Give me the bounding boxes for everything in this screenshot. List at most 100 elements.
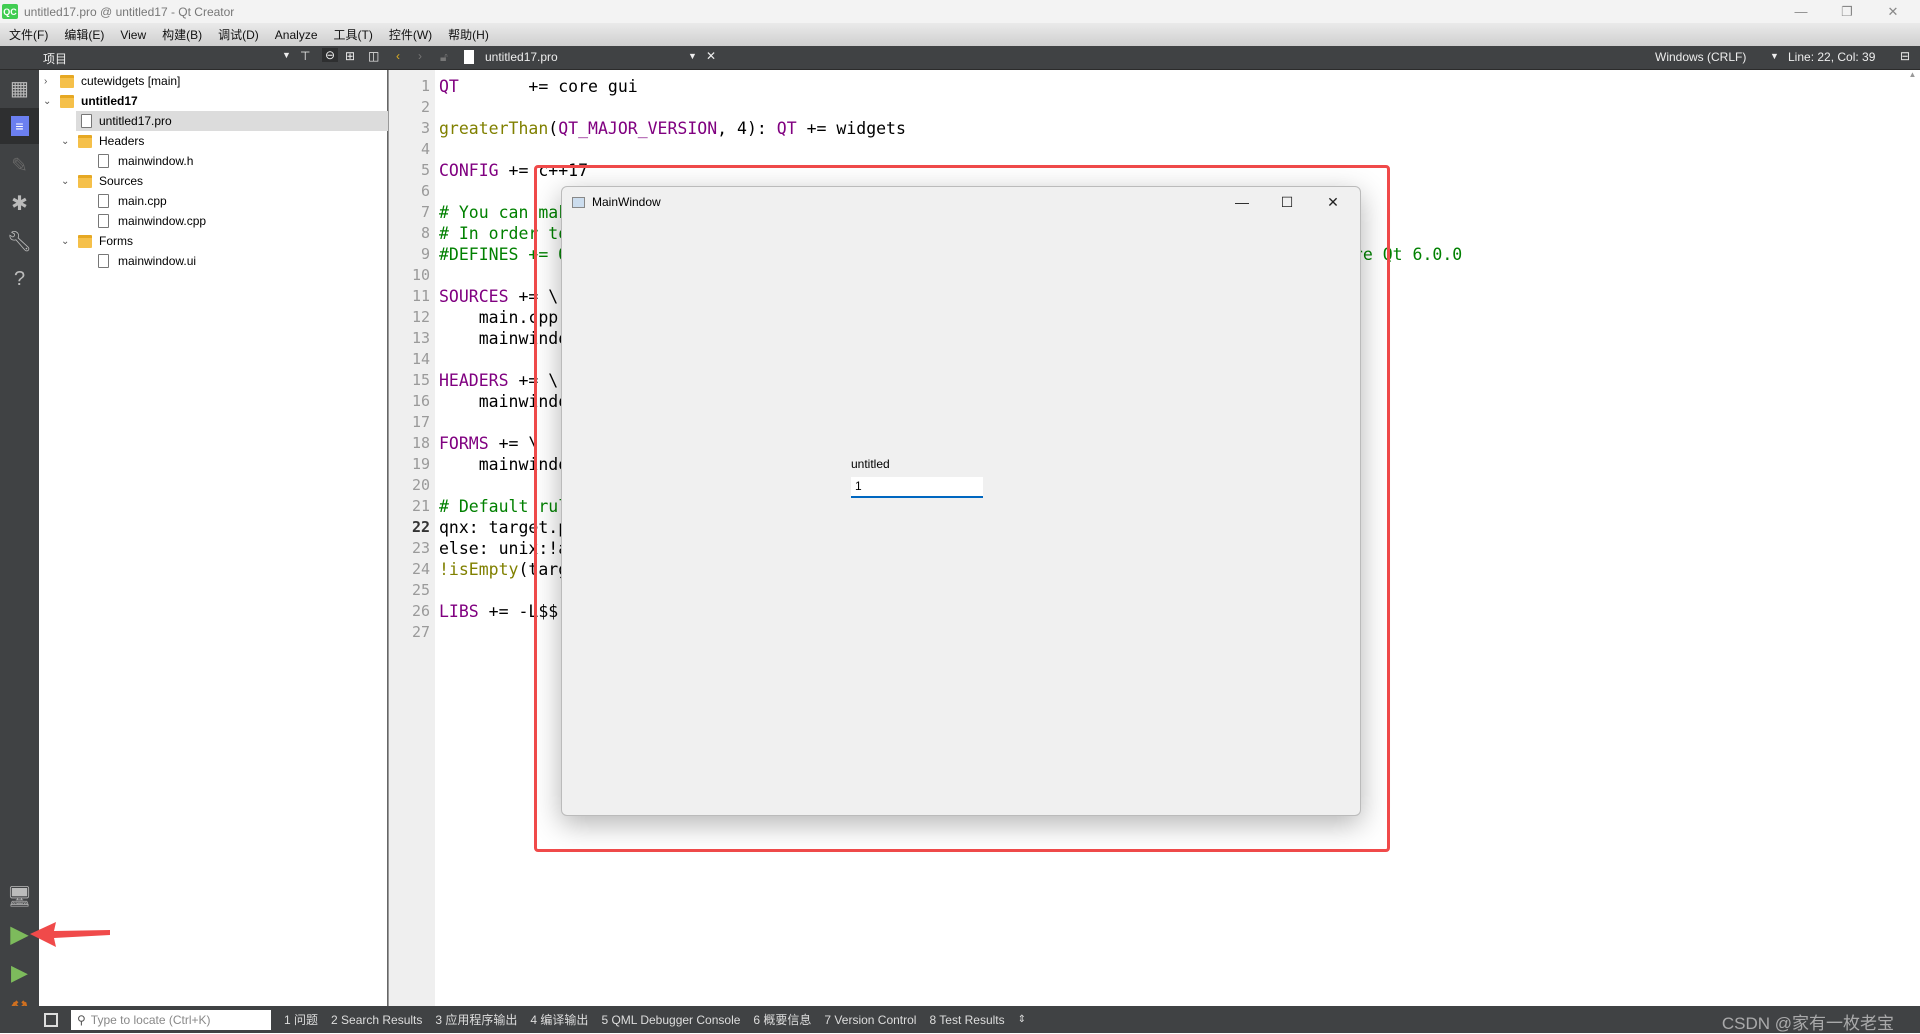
tab-version-control[interactable]: 7 Version Control — [824, 1013, 916, 1027]
toggle-sidebar-icon[interactable] — [44, 1012, 58, 1027]
app-close-button[interactable]: ✕ — [1310, 187, 1356, 217]
line-number: 20 — [411, 476, 430, 494]
tab-qml-debugger-console[interactable]: 5 QML Debugger Console — [601, 1013, 740, 1027]
tree-item-headers[interactable]: ⌄ Headers — [39, 131, 388, 151]
target-monitor-icon[interactable]: 🖥︎ — [0, 878, 39, 914]
tab-search-results[interactable]: 2 Search Results — [331, 1013, 422, 1027]
line-number: 16 — [411, 392, 430, 410]
output-pane-bar: ⚲ Type to locate (Ctrl+K) 1 问题 2 Search R… — [0, 1006, 1920, 1033]
menu-tools[interactable]: 工具(T) — [334, 26, 373, 43]
tree-item-mainwindow-cpp[interactable]: mainwindow.cpp — [39, 211, 388, 231]
forward-icon[interactable]: › — [418, 49, 422, 63]
tab-general-messages[interactable]: 6 概要信息 — [753, 1011, 811, 1028]
window-title: untitled17.pro @ untitled17 - Qt Creator — [24, 4, 235, 19]
cursor-position[interactable]: Line: 22, Col: 39 — [1788, 50, 1875, 64]
line-number: 25 — [411, 581, 430, 599]
line-number: 2 — [420, 98, 430, 116]
header-file-icon — [98, 154, 109, 168]
vertical-scrollbar[interactable]: ▲ — [1905, 70, 1920, 1006]
folder-icon — [60, 74, 74, 88]
value-input[interactable]: 1 — [851, 477, 983, 498]
menu-debug[interactable]: 调试(D) — [218, 26, 259, 43]
line-number: 15 — [411, 371, 430, 389]
app-minimize-button[interactable]: — — [1219, 187, 1265, 217]
menu-widgets[interactable]: 控件(W) — [389, 26, 432, 43]
debug-run-icon[interactable]: ▶ — [0, 955, 39, 991]
close-button[interactable]: ✕ — [1870, 0, 1916, 23]
line-number: 6 — [420, 182, 430, 200]
help-icon[interactable]: ? — [0, 261, 39, 297]
line-number: 1 — [420, 77, 430, 95]
title-bar: QC untitled17.pro @ untitled17 - Qt Crea… — [0, 0, 1920, 23]
line-number: 8 — [420, 224, 430, 242]
lock-icon: 🔓︎ — [440, 50, 448, 64]
project-tree: › cutewidgets [main] ⌄ untitled17 untitled… — [39, 70, 388, 1006]
link-icon[interactable]: ⊖ — [322, 48, 339, 62]
tab-test-results[interactable]: 8 Test Results — [929, 1013, 1004, 1027]
welcome-grid-icon[interactable]: ▦ — [0, 70, 39, 106]
menu-edit[interactable]: 编辑(E) — [64, 26, 104, 43]
code-line: QT += core gui — [439, 77, 638, 96]
line-number: 13 — [411, 329, 430, 347]
tree-item-cutewidgets[interactable]: › cutewidgets [main] — [39, 71, 388, 91]
menu-view[interactable]: View — [120, 28, 146, 42]
line-number: 19 — [411, 455, 430, 473]
pro-file-icon — [464, 50, 474, 64]
line-number-gutter: 1 2 3 4 5 6 7 8 9 10 11 12 13 14 15 16 17 18 19 20 21 22 23 24 2… — [388, 70, 435, 1006]
back-icon[interactable]: ‹ — [396, 49, 400, 63]
folder-icon — [78, 134, 92, 148]
restore-button[interactable]: ❐ — [1824, 0, 1870, 23]
tree-item-untitled17[interactable]: ⌄ untitled17 — [39, 91, 388, 111]
close-sidebar-icon[interactable]: ◫ — [368, 49, 379, 63]
line-number: 18 — [411, 434, 430, 452]
cpp-file-icon — [98, 214, 109, 228]
editor-toolbar: 项目 ▼ ⊤ ⊖ ⊞ ◫ ‹ › 🔓︎ untitled17.pro ▼ ✕ W… — [0, 46, 1920, 70]
chevron-down-icon[interactable]: ▼ — [282, 50, 291, 60]
debug-bug-icon[interactable]: ✱ — [0, 185, 39, 221]
projects-wrench-icon[interactable]: 🔧︎ — [0, 223, 39, 259]
folder-icon — [78, 174, 92, 188]
line-ending-selector[interactable]: Windows (CRLF) — [1655, 50, 1746, 64]
more-tabs-icon[interactable]: ⇕ — [1018, 1014, 1026, 1025]
close-document-icon[interactable]: ✕ — [706, 49, 716, 63]
app-main-window: MainWindow — ☐ ✕ untitled 1 — [561, 186, 1361, 816]
app-window-icon — [572, 196, 585, 208]
locator-input[interactable]: ⚲ Type to locate (Ctrl+K) — [71, 1009, 271, 1030]
split-icon[interactable]: ⊞ — [345, 49, 355, 63]
cpp-file-icon — [98, 194, 109, 208]
menu-file[interactable]: 文件(F) — [9, 26, 48, 43]
chevron-down-icon[interactable]: ▼ — [688, 51, 697, 61]
line-number: 9 — [420, 245, 430, 263]
tree-item-pro-file[interactable]: untitled17.pro — [76, 111, 388, 131]
tree-item-sources[interactable]: ⌄ Sources — [39, 171, 388, 191]
tree-item-mainwindow-ui[interactable]: mainwindow.ui — [39, 251, 388, 271]
app-maximize-button[interactable]: ☐ — [1264, 187, 1310, 217]
split-editor-icon[interactable]: ⊟ — [1900, 49, 1910, 63]
app-window-title: MainWindow — [592, 195, 661, 209]
line-number: 12 — [411, 308, 430, 326]
minimize-button[interactable]: — — [1778, 0, 1824, 23]
open-file-selector[interactable]: untitled17.pro — [485, 50, 558, 64]
filter-icon[interactable]: ⊤ — [300, 49, 310, 63]
mode-bar: ▦ ≡ ✎ ✱ 🔧︎ ? 🖥︎ ▶ ▶ ⚒ — [0, 70, 39, 1020]
tab-compile-output[interactable]: 4 编译输出 — [530, 1011, 588, 1028]
code-line: FORMS += \ — [439, 434, 539, 453]
ui-file-icon — [98, 254, 109, 268]
untitled-label: untitled — [851, 457, 890, 471]
line-number: 5 — [420, 161, 430, 179]
edit-mode-icon[interactable]: ≡ — [0, 108, 39, 144]
tree-item-forms[interactable]: ⌄ Forms — [39, 231, 388, 251]
tree-item-mainwindow-h[interactable]: mainwindow.h — [39, 151, 388, 171]
tab-application-output[interactable]: 3 应用程序输出 — [435, 1011, 517, 1028]
tree-item-main-cpp[interactable]: main.cpp — [39, 191, 388, 211]
menu-help[interactable]: 帮助(H) — [448, 26, 489, 43]
line-number: 14 — [411, 350, 430, 368]
chevron-down-icon[interactable]: ▼ — [1770, 51, 1779, 61]
project-view-selector[interactable]: 项目 — [43, 50, 67, 67]
tab-issues[interactable]: 1 问题 — [284, 1011, 318, 1028]
red-arrow-annotation — [30, 922, 110, 947]
line-number: 4 — [420, 140, 430, 158]
menu-build[interactable]: 构建(B) — [162, 26, 202, 43]
design-pencil-icon[interactable]: ✎ — [0, 147, 39, 183]
menu-analyze[interactable]: Analyze — [275, 28, 318, 42]
